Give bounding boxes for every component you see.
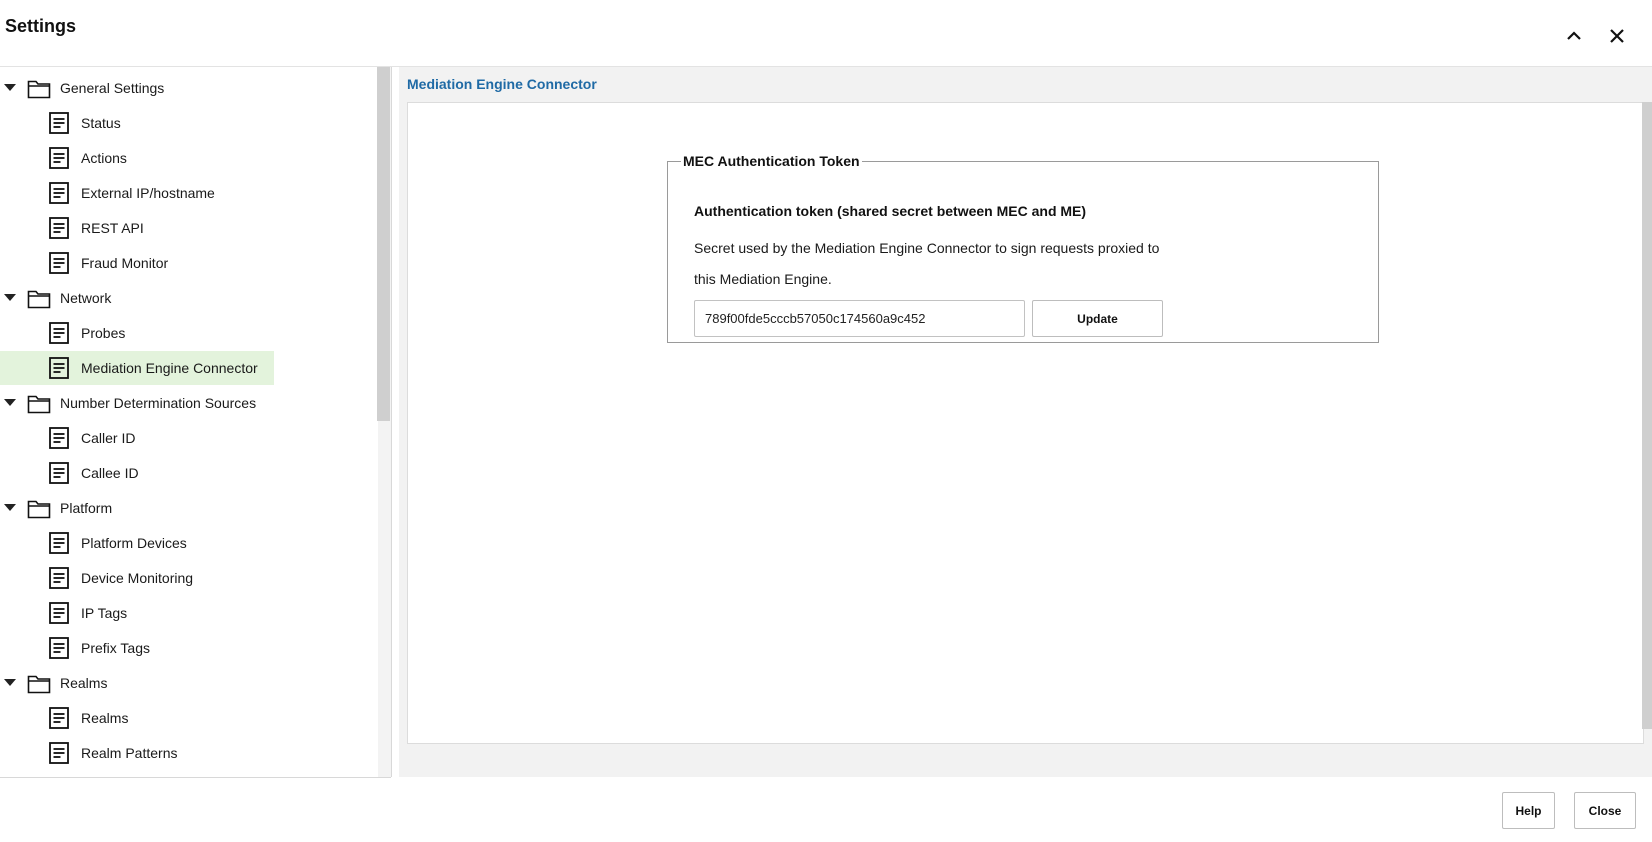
tree-folder-label: Realms xyxy=(60,675,108,691)
document-icon xyxy=(49,602,69,629)
tree-item[interactable]: REST API xyxy=(0,211,370,245)
update-button[interactable]: Update xyxy=(1032,300,1163,337)
caret-down-icon[interactable] xyxy=(4,294,16,301)
caret-down-icon[interactable] xyxy=(4,399,16,406)
settings-header: Settings xyxy=(0,0,1652,67)
tree-item-label: Realm Patterns xyxy=(81,745,178,761)
document-icon xyxy=(49,147,69,174)
tree-item-label: Caller ID xyxy=(81,430,136,446)
content-panel: Mediation Engine Connector MEC Authentic… xyxy=(399,67,1652,777)
content-scrollbar[interactable] xyxy=(1642,102,1652,729)
document-icon xyxy=(49,637,69,664)
folder-icon xyxy=(27,287,51,314)
page-title: Settings xyxy=(5,16,77,36)
chevron-up-icon xyxy=(1567,31,1581,40)
caret-down-icon[interactable] xyxy=(4,84,16,91)
content-body: MEC Authentication Token Authentication … xyxy=(407,102,1644,744)
help-button[interactable]: Help xyxy=(1502,792,1555,829)
document-icon xyxy=(49,707,69,734)
tree-folder[interactable]: Realms xyxy=(0,666,370,700)
tree-item-label: Platform Devices xyxy=(81,535,187,551)
tree-item-label: Realms xyxy=(81,710,129,726)
tree-item[interactable]: Status xyxy=(0,106,370,140)
mec-token-fieldset: MEC Authentication Token Authentication … xyxy=(667,153,1379,343)
tree-scrollbar-thumb[interactable] xyxy=(377,67,390,421)
tree-item[interactable]: Device Monitoring xyxy=(0,561,370,595)
tree-item-label: Probes xyxy=(81,325,126,341)
tree-item[interactable]: Caller ID xyxy=(0,421,370,455)
tree-item[interactable]: External IP/hostname xyxy=(0,176,370,210)
folder-icon xyxy=(27,672,51,699)
tree-item-label: Prefix Tags xyxy=(81,640,150,656)
document-icon xyxy=(49,112,69,139)
folder-icon xyxy=(27,77,51,104)
tree-item-label: Status xyxy=(81,115,121,131)
token-description: Secret used by the Mediation Engine Conn… xyxy=(694,240,1160,287)
content-title: Mediation Engine Connector xyxy=(407,76,597,92)
panel-divider xyxy=(391,67,392,777)
folder-icon xyxy=(27,497,51,524)
close-button[interactable]: Close xyxy=(1574,792,1636,829)
document-icon xyxy=(49,182,69,209)
tree-folder-label: Platform xyxy=(60,500,113,516)
document-icon xyxy=(49,322,69,349)
tree-item[interactable]: Prefix Tags xyxy=(0,631,370,665)
tree-item-label: Callee ID xyxy=(81,465,139,481)
folder-icon xyxy=(27,392,51,419)
tree-item-label: IP Tags xyxy=(81,605,128,621)
close-window-button[interactable] xyxy=(1605,24,1629,48)
tree-item-label: Mediation Engine Connector xyxy=(81,360,258,376)
token-input[interactable] xyxy=(694,300,1025,337)
tree-item[interactable]: Fraud Monitor xyxy=(0,246,370,280)
tree-item-label: Actions xyxy=(81,150,127,166)
tree-folder-label: Network xyxy=(60,290,112,306)
document-icon xyxy=(49,532,69,559)
caret-down-icon[interactable] xyxy=(4,679,16,686)
tree-item-label: Device Monitoring xyxy=(81,570,194,586)
tree-item[interactable]: Platform Devices xyxy=(0,526,370,560)
caret-down-icon[interactable] xyxy=(4,504,16,511)
document-icon xyxy=(49,742,69,769)
tree-folder-label: General Settings xyxy=(60,80,165,96)
document-icon xyxy=(49,567,69,594)
collapse-button[interactable] xyxy=(1562,24,1586,48)
tree-folder[interactable]: Platform xyxy=(0,491,370,525)
tree-folder[interactable]: Network xyxy=(0,281,370,315)
settings-tree: General Settings Status Actions External IP… xyxy=(0,67,391,778)
tree-item[interactable]: Actions xyxy=(0,141,370,175)
tree-item-label: Fraud Monitor xyxy=(81,255,169,271)
close-icon xyxy=(1610,29,1624,43)
tree-folder[interactable]: General Settings xyxy=(0,71,370,105)
tree-item[interactable]: Realms xyxy=(0,701,370,735)
document-icon xyxy=(49,427,69,454)
tree-item-label: REST API xyxy=(81,220,144,236)
tree-item[interactable]: Callee ID xyxy=(0,456,370,490)
tree-item[interactable]: IP Tags xyxy=(0,596,370,630)
document-icon xyxy=(49,217,69,244)
document-icon xyxy=(49,357,69,384)
fieldset-legend: MEC Authentication Token xyxy=(683,153,860,169)
tree-item[interactable]: Probes xyxy=(0,316,370,350)
tree-folder[interactable]: Number Determination Sources xyxy=(0,386,370,420)
document-icon xyxy=(49,252,69,279)
tree-item[interactable]: Mediation Engine Connector xyxy=(0,351,274,385)
tree-item-label: External IP/hostname xyxy=(81,185,215,201)
tree-folder-label: Number Determination Sources xyxy=(60,395,257,411)
tree-item[interactable]: Realm Patterns xyxy=(0,736,370,770)
token-heading: Authentication token (shared secret betw… xyxy=(694,203,1087,219)
document-icon xyxy=(49,462,69,489)
